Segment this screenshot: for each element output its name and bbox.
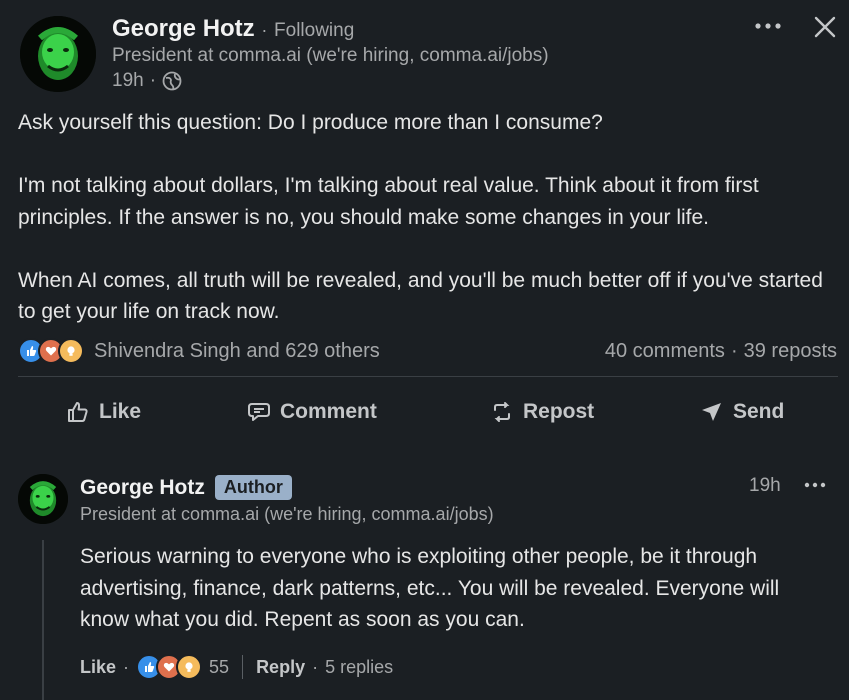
comment-text: Serious warning to everyone who is explo… [80,545,780,631]
post-meta: 19h · [112,70,182,92]
repost-label: Repost [523,400,595,423]
comment-actions-divider [242,655,244,679]
post-paragraph: When AI comes, all truth will be reveale… [18,268,823,324]
reactions-summary[interactable]: Shivendra Singh and 629 others [18,338,380,364]
more-icon[interactable] [750,14,786,38]
reaction-icons [18,338,84,364]
comment-replies-count[interactable]: 5 replies [325,657,393,678]
send-button[interactable]: Send [700,400,784,424]
comment-author-headline: President at comma.ai (we're hiring, com… [80,504,494,524]
divider [18,376,838,377]
comment-icon [247,400,271,424]
follow-status[interactable]: Following [274,20,354,41]
like-label: Like [99,400,142,423]
comment-more-icon[interactable] [802,476,828,494]
comment-label: Comment [280,400,377,423]
comment-like-button[interactable]: Like [80,657,116,678]
counts-separator: · [730,340,738,362]
reposts-count[interactable]: 39 reposts [744,340,837,363]
post-paragraph: I'm not talking about dollars, I'm talki… [18,174,759,229]
reply-separator: · [312,656,319,677]
like-button[interactable]: Like [66,400,141,424]
post-author-name[interactable]: George Hotz [112,15,255,42]
repost-button[interactable]: Repost [490,400,594,424]
meta-separator: · [149,70,157,91]
post-author-headline: President at comma.ai (we're hiring, com… [112,45,549,66]
follow-separator: · [261,20,268,40]
post-header: George Hotz · Following [112,15,354,43]
comment-actions: Like · 55 Reply · 5 replies [80,654,393,680]
comment-actions-separator: · [123,656,130,677]
comment-button[interactable]: Comment [247,400,377,424]
comments-count[interactable]: 40 comments [605,340,725,363]
close-icon[interactable] [810,12,840,42]
post-body: Ask yourself this question: Do I produce… [18,107,838,328]
comment-author-name[interactable]: George Hotz [80,476,205,500]
reaction-insightful-icon [176,654,203,680]
author-badge: Author [214,475,292,500]
post-time: 19h [112,70,144,91]
comment-reaction-count[interactable]: 55 [209,657,229,678]
comment-thread-line [42,540,44,700]
comment-reply-button[interactable]: Reply [256,657,305,678]
comment-time: 19h [749,475,781,496]
globe-icon [162,71,182,91]
engagement-counts: 40 comments · 39 reposts [605,340,837,363]
send-icon [700,400,724,424]
post-author-avatar[interactable] [20,16,96,92]
repost-icon [490,400,514,424]
comment-reaction-icons[interactable] [136,654,203,680]
post-paragraph: Ask yourself this question: Do I produce… [18,111,603,134]
like-icon [66,400,90,424]
comment-header: George Hotz Author [80,475,292,500]
reactions-text[interactable]: Shivendra Singh and 629 others [94,340,380,363]
send-label: Send [733,400,785,423]
reaction-insightful-icon [58,338,84,364]
comment-author-avatar[interactable] [18,474,68,524]
